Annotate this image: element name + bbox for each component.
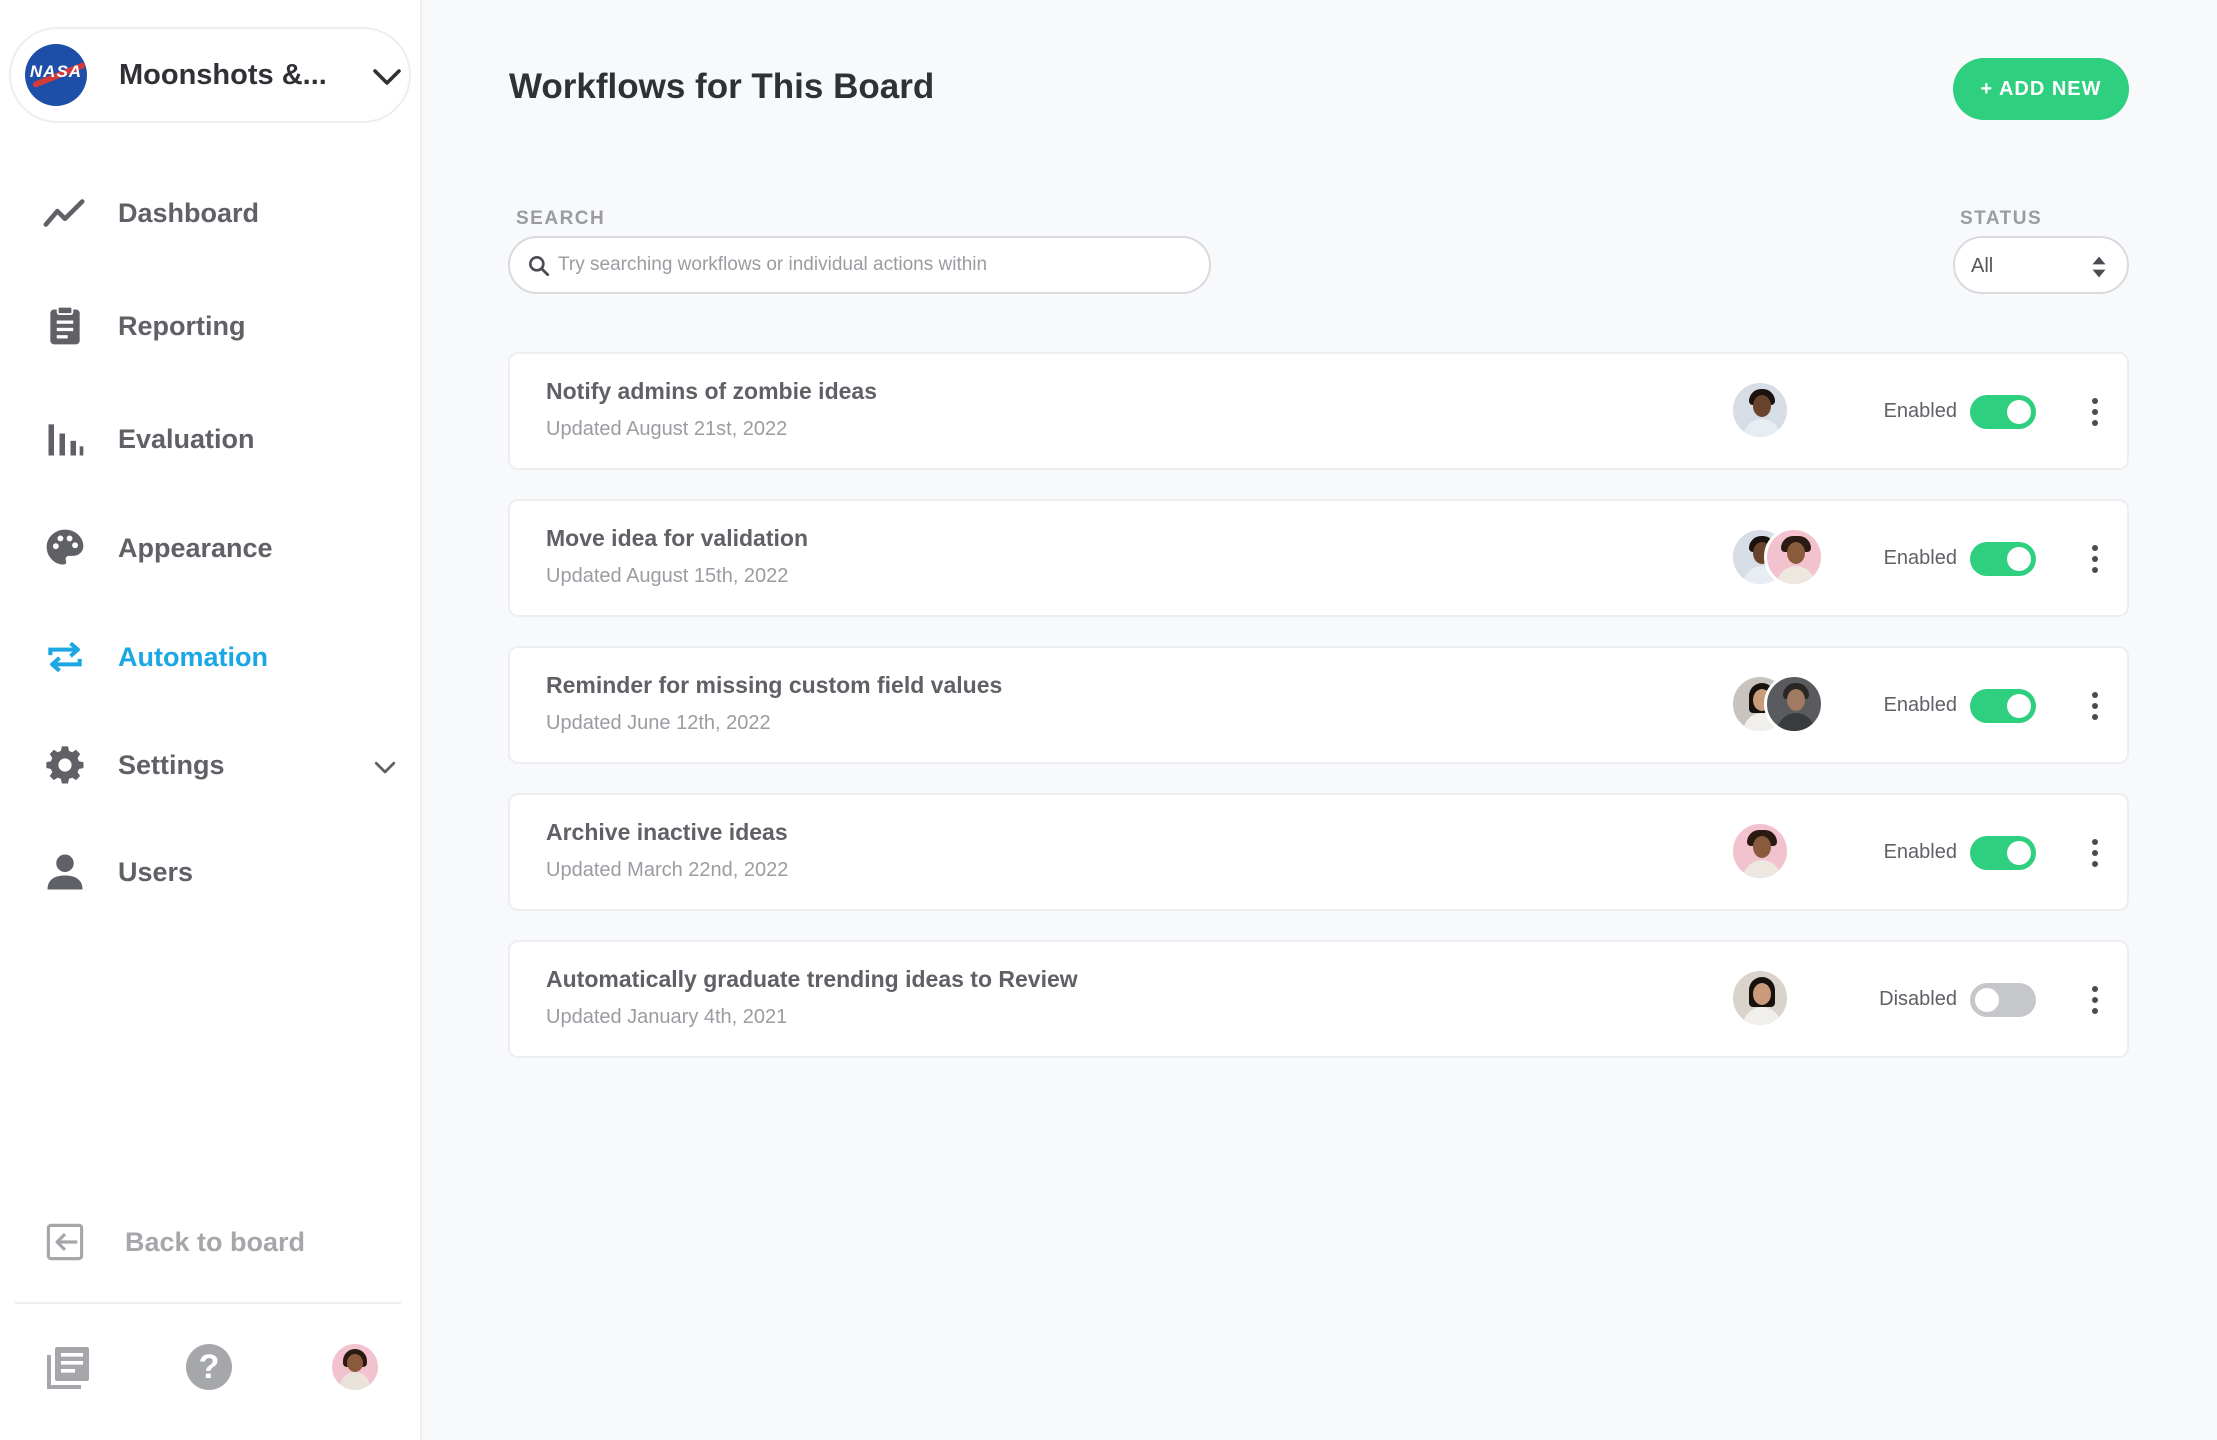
nav-label: Users: [118, 856, 194, 887]
help-glyph: ?: [186, 1344, 232, 1390]
workflow-toggle[interactable]: [1970, 542, 2036, 576]
workflow-updated: Updated August 15th, 2022: [546, 565, 789, 587]
clipboard-icon: [42, 303, 88, 349]
workflow-status: Disabled: [1879, 988, 1957, 1010]
chevron-down-icon: [374, 761, 396, 774]
kebab-icon[interactable]: [2080, 537, 2110, 581]
gear-icon: [42, 742, 88, 788]
avatar: [332, 1344, 378, 1390]
add-new-button[interactable]: + ADD NEW: [1953, 58, 2129, 120]
news-icon[interactable]: [42, 1340, 96, 1394]
workflow-owners: [1730, 527, 1840, 591]
workflow-owners: [1730, 821, 1840, 885]
back-to-board-label: Back to board: [125, 1226, 306, 1257]
repeat-icon: [42, 634, 88, 680]
status-select[interactable]: All: [1953, 236, 2129, 294]
avatar: [1764, 674, 1824, 734]
nav-label: Automation: [118, 641, 268, 672]
help-icon[interactable]: ?: [182, 1340, 236, 1394]
workflow-owners: [1730, 968, 1840, 1032]
org-name: Moonshots &...: [119, 59, 327, 91]
nav-item-settings[interactable]: Settings: [42, 730, 402, 800]
nav-label: Settings: [118, 749, 225, 780]
org-logo-text: NASA: [29, 62, 83, 81]
workflow-title: Archive inactive ideas: [546, 819, 788, 845]
workflow-status: Enabled: [1883, 841, 1957, 863]
search-input[interactable]: [558, 246, 1188, 284]
toggle-knob: [1975, 988, 1999, 1012]
toggle-knob: [2007, 841, 2031, 865]
avatar: [1730, 380, 1790, 440]
nav-item-dashboard[interactable]: Dashboard: [42, 178, 402, 248]
workflow-owners: [1730, 380, 1840, 444]
kebab-icon[interactable]: [2080, 390, 2110, 434]
workflow-owners: [1730, 674, 1840, 738]
toggle-knob: [2007, 694, 2031, 718]
avatar: [1730, 968, 1790, 1028]
nav-label: Evaluation: [118, 423, 255, 454]
search-field: [508, 236, 1211, 294]
kebab-icon[interactable]: [2080, 684, 2110, 728]
user-avatar-button[interactable]: [328, 1340, 382, 1394]
workflow-status: Enabled: [1883, 547, 1957, 569]
avatar: [1730, 821, 1790, 881]
toggle-knob: [2007, 400, 2031, 424]
nav-item-users[interactable]: Users: [42, 837, 402, 907]
workflow-row[interactable]: Notify admins of zombie ideas Updated Au…: [508, 352, 2129, 470]
nav-label: Reporting: [118, 310, 246, 341]
workflow-status: Enabled: [1883, 694, 1957, 716]
workflow-row[interactable]: Automatically graduate trending ideas to…: [508, 940, 2129, 1058]
workflow-updated: Updated January 4th, 2021: [546, 1006, 788, 1028]
workflow-toggle[interactable]: [1970, 689, 2036, 723]
nav-item-automation[interactable]: Automation: [42, 622, 402, 692]
workflow-title: Notify admins of zombie ideas: [546, 378, 877, 404]
search-icon: [529, 256, 550, 277]
org-switcher[interactable]: NASA Moonshots &...: [9, 27, 411, 123]
sort-arrows-icon: [2092, 256, 2106, 278]
chevron-down-icon: [373, 69, 401, 85]
exit-icon: [42, 1219, 88, 1265]
workflow-toggle[interactable]: [1970, 395, 2036, 429]
workflow-title: Move idea for validation: [546, 525, 808, 551]
trend-line-icon: [42, 190, 88, 236]
workflow-toggle[interactable]: [1970, 836, 2036, 870]
search-label: SEARCH: [516, 208, 606, 229]
page-title: Workflows for This Board: [509, 67, 935, 106]
nav-item-appearance[interactable]: Appearance: [42, 513, 402, 583]
status-value: All: [1971, 255, 1994, 277]
nav-item-evaluation[interactable]: Evaluation: [42, 404, 402, 474]
user-icon: [42, 849, 88, 895]
avatar: [1764, 527, 1824, 587]
workflow-row[interactable]: Archive inactive ideas Updated March 22n…: [508, 793, 2129, 911]
workflow-title: Automatically graduate trending ideas to…: [546, 966, 1078, 992]
org-logo: NASA: [25, 44, 87, 106]
workflow-title: Reminder for missing custom field values: [546, 672, 1003, 698]
nav-label: Appearance: [118, 532, 273, 563]
status-label: STATUS: [1960, 208, 2043, 229]
back-to-board-link[interactable]: Back to board: [42, 1207, 342, 1277]
workflow-toggle[interactable]: [1970, 983, 2036, 1017]
bar-chart-icon: [42, 416, 88, 462]
kebab-icon[interactable]: [2080, 831, 2110, 875]
sidebar-divider: [15, 1302, 401, 1304]
toggle-knob: [2007, 547, 2031, 571]
workflow-row[interactable]: Reminder for missing custom field values…: [508, 646, 2129, 764]
workflow-row[interactable]: Move idea for validation Updated August …: [508, 499, 2129, 617]
nav-label: Dashboard: [118, 197, 260, 228]
workflow-updated: Updated March 22nd, 2022: [546, 859, 789, 881]
sidebar: NASA Moonshots &... Dashboard Reporting …: [0, 0, 422, 1440]
workflow-updated: Updated August 21st, 2022: [546, 418, 788, 440]
workflow-updated: Updated June 12th, 2022: [546, 712, 771, 734]
palette-icon: [42, 525, 88, 571]
nav-item-reporting[interactable]: Reporting: [42, 291, 402, 361]
workflow-status: Enabled: [1883, 400, 1957, 422]
kebab-icon[interactable]: [2080, 978, 2110, 1022]
